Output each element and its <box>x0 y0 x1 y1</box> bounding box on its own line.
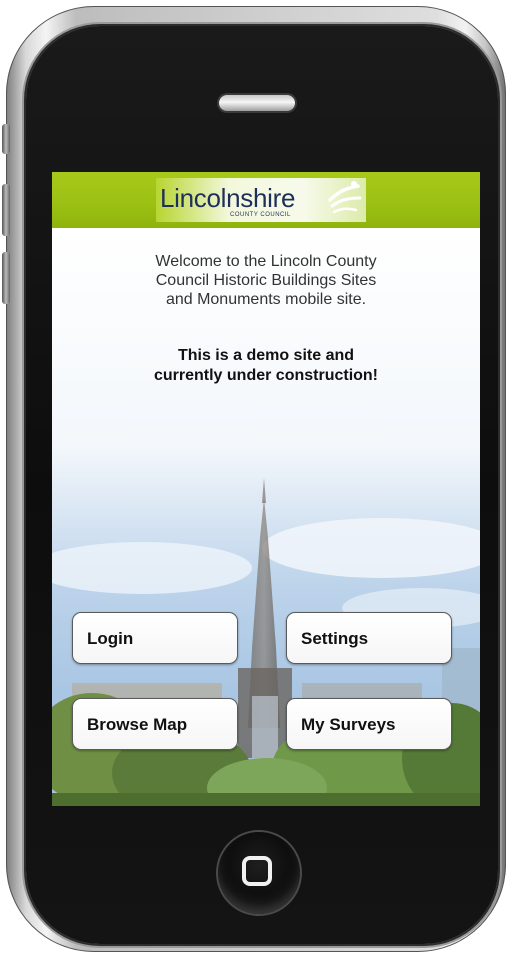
logo-subtitle: COUNTY COUNCIL <box>230 212 291 218</box>
header-bar: Lincolnshire COUNTY COUNCIL <box>52 172 480 228</box>
settings-button[interactable]: Settings <box>286 612 452 664</box>
logo-swirl-icon <box>328 181 362 214</box>
welcome-message: Welcome to the Lincoln County Council Hi… <box>102 252 430 309</box>
login-button[interactable]: Login <box>72 612 238 664</box>
welcome-line-2: Council Historic Buildings Sites <box>155 272 377 289</box>
browse-map-button[interactable]: Browse Map <box>72 698 238 750</box>
demo-notice-line-1: This is a demo site and <box>177 347 355 364</box>
volume-down-button <box>2 252 10 304</box>
demo-notice: This is a demo site and currently under … <box>92 346 440 386</box>
mute-switch <box>2 124 10 154</box>
welcome-line-3: and Monuments mobile site. <box>165 291 367 308</box>
my-surveys-button[interactable]: My Surveys <box>286 698 452 750</box>
welcome-line-1: Welcome to the Lincoln County <box>155 253 377 270</box>
lincolnshire-logo: Lincolnshire COUNTY COUNCIL <box>156 178 366 222</box>
speaker-icon <box>219 95 295 111</box>
app-screen: Lincolnshire COUNTY COUNCIL Welcome to t… <box>52 172 480 806</box>
logo-title: Lincolnshire <box>160 183 296 213</box>
home-square-glyph <box>242 856 272 886</box>
home-button-icon[interactable] <box>218 832 300 914</box>
demo-notice-line-2: currently under construction! <box>153 367 379 384</box>
volume-up-button <box>2 184 10 236</box>
